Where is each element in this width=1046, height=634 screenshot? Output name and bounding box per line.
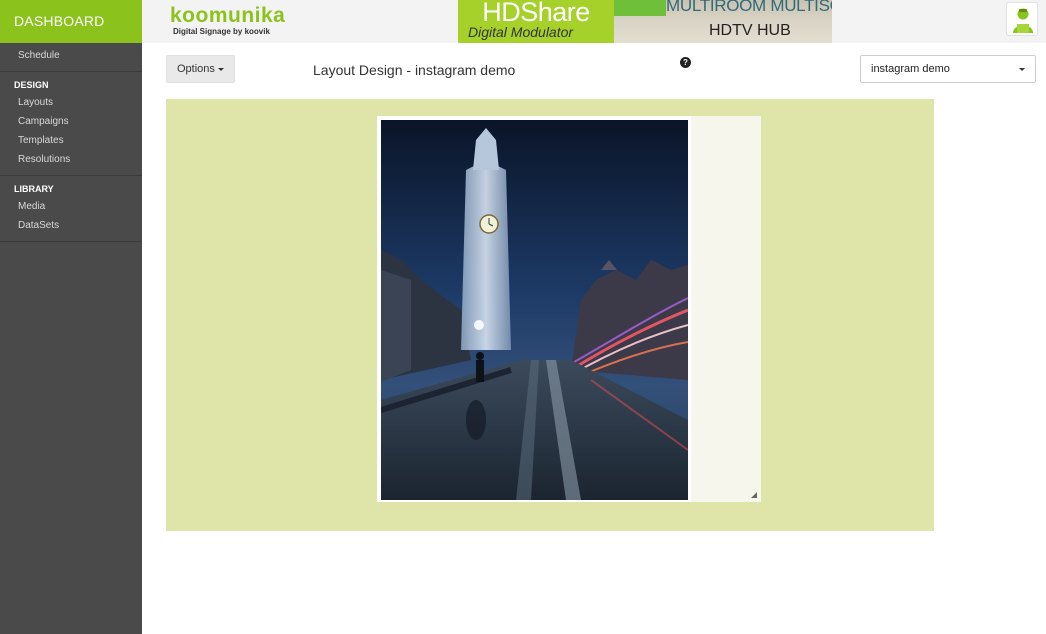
nav-heading-design: DESIGN [14,80,49,90]
options-label: Options [177,63,215,75]
sidebar-item-templates[interactable]: Templates [0,131,142,150]
banner-left-panel: HDShare Digital Modulator [458,0,614,43]
nav-section-design: DESIGN Layouts Campaigns Templates Resol… [0,72,142,176]
nav-section-top: Schedule [0,43,142,72]
logo-tagline-text: Digital Signage by [173,27,245,36]
resize-handle-icon[interactable] [751,492,757,498]
page-title: Layout Design - instagram demo [313,62,516,78]
options-dropdown-button[interactable]: Options [166,55,235,83]
nav-heading-library: LIBRARY [14,184,54,194]
layout-region[interactable] [377,116,691,502]
nav-section-library: LIBRARY Media DataSets [0,176,142,242]
sidebar: DASHBOARD Schedule DESIGN Layouts Campai… [0,0,142,634]
dashboard-brand-link[interactable]: DASHBOARD [0,0,142,43]
banner-right-line2: HDTV HUB [709,22,791,39]
design-canvas [166,99,934,531]
banner-right-line1: MULTIROOM MULTISCREEN [666,0,832,15]
sidebar-item-datasets[interactable]: DataSets [0,216,142,235]
layout-preview[interactable] [377,116,761,502]
sidebar-item-layouts[interactable]: Layouts [0,93,142,112]
user-avatar[interactable] [1006,2,1038,36]
koomunika-logo[interactable]: koomunika Digital Signage by koovik [170,5,300,37]
logo-tagline-brand: koovik [244,27,270,36]
region-media-image [381,120,688,500]
night-city-photo [381,120,688,500]
logo-wordmark: koomunika [170,4,286,27]
banner-subtitle: Digital Modulator [468,24,574,40]
sidebar-item-campaigns[interactable]: Campaigns [0,112,142,131]
sidebar-item-resolutions[interactable]: Resolutions [0,150,142,169]
caret-down-icon [1019,68,1025,71]
help-icon[interactable]: ? [680,57,691,68]
sidebar-item-schedule[interactable]: Schedule [0,46,142,65]
logo-tagline: Digital Signage by koovik [170,27,300,36]
top-bar: koomunika Digital Signage by koovik HDSh… [142,0,1046,43]
banner-green-strip [614,0,666,16]
user-avatar-icon [1013,8,1033,33]
sidebar-item-media[interactable]: Media [0,197,142,216]
caret-down-icon [217,67,224,71]
banner-right-panel: MULTIROOM MULTISCREEN HDTV HUB [614,0,832,43]
layout-select-value: instagram demo [871,63,950,75]
ad-banner[interactable]: HDShare Digital Modulator MULTIROOM MULT… [458,0,832,43]
layout-select[interactable]: instagram demo [860,55,1036,83]
